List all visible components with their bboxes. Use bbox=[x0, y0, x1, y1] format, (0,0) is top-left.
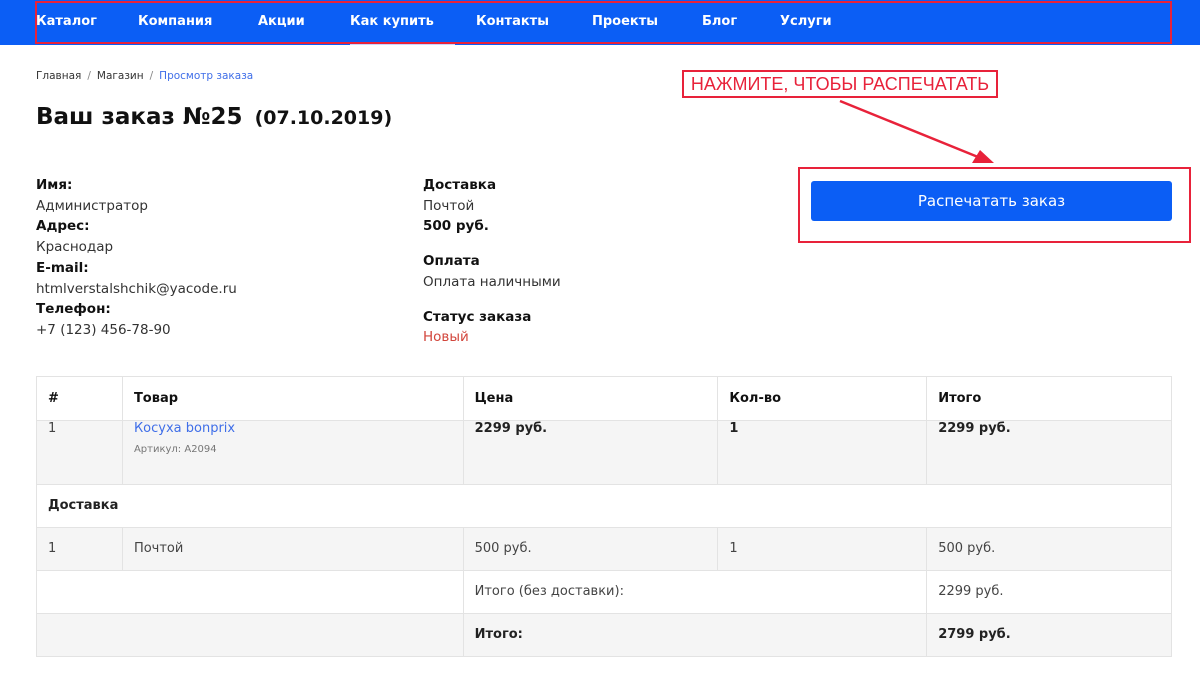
header-price: Цена bbox=[462, 376, 719, 421]
product-total: 2299 руб. bbox=[926, 420, 1172, 485]
top-navigation: Каталог Компания Акции Как купить Контак… bbox=[0, 0, 1200, 45]
breadcrumb-home[interactable]: Главная bbox=[36, 70, 81, 82]
breadcrumb-separator: / bbox=[149, 70, 154, 82]
name-label: Имя: bbox=[36, 177, 73, 193]
breadcrumb-current: Просмотр заказа bbox=[159, 70, 254, 82]
product-quantity: 1 bbox=[717, 420, 928, 485]
delivery-price-cell: 500 руб. bbox=[462, 527, 719, 571]
delivery-section-title: Доставка bbox=[36, 484, 1172, 528]
delivery-price: 500 руб. bbox=[423, 218, 489, 235]
product-cell: Косуха bonprix Артикул: A2094 bbox=[121, 420, 464, 485]
total-empty bbox=[36, 613, 464, 657]
customer-info: Имя: Администратор Адрес: Краснодар E-ma… bbox=[36, 175, 237, 341]
delivery-label: Доставка bbox=[423, 177, 497, 193]
subtotal-row: Итого (без доставки): 2299 руб. bbox=[36, 570, 1172, 614]
header-number: # bbox=[36, 376, 123, 421]
total-value: 2799 руб. bbox=[926, 613, 1172, 657]
header-product: Товар bbox=[121, 376, 464, 421]
payment-label: Оплата bbox=[423, 253, 480, 270]
order-table: # Товар Цена Кол-во Итого 1 Косуха bonpr… bbox=[36, 376, 1172, 657]
page-title: Ваш заказ №25 (07.10.2019) bbox=[36, 104, 392, 130]
email-label: E-mail: bbox=[36, 259, 89, 276]
nav-highlight-outline bbox=[35, 1, 1172, 44]
delivery-section-row: Доставка bbox=[36, 484, 1172, 528]
name-value: Администратор bbox=[36, 197, 148, 214]
phone-label: Телефон: bbox=[36, 301, 111, 318]
product-number: 1 bbox=[36, 420, 123, 485]
breadcrumb-shop[interactable]: Магазин bbox=[97, 70, 144, 82]
print-order-button[interactable]: Распечатать заказ bbox=[811, 181, 1172, 221]
breadcrumb: Главная / Магазин / Просмотр заказа bbox=[36, 70, 253, 82]
address-label: Адрес: bbox=[36, 218, 90, 235]
subtotal-value: 2299 руб. bbox=[926, 570, 1172, 614]
table-header-row: # Товар Цена Кол-во Итого bbox=[36, 376, 1172, 421]
product-price: 2299 руб. bbox=[462, 420, 719, 485]
subtotal-empty bbox=[36, 570, 464, 614]
order-title: Ваш заказ №25 bbox=[36, 104, 243, 130]
annotation-label: НАЖМИТЕ, ЧТОБЫ РАСПЕЧАТАТЬ bbox=[682, 70, 998, 98]
product-sku: Артикул: A2094 bbox=[133, 444, 217, 455]
grand-total-row: Итого: 2799 руб. bbox=[36, 613, 1172, 657]
status-badge: Новый bbox=[423, 329, 469, 346]
subtotal-label: Итого (без доставки): bbox=[462, 570, 928, 614]
delivery-total: 500 руб. bbox=[926, 527, 1172, 571]
delivery-method: Почтой bbox=[423, 197, 475, 214]
address-value: Краснодар bbox=[36, 239, 114, 256]
header-total: Итого bbox=[926, 376, 1172, 421]
delivery-number: 1 bbox=[36, 527, 123, 571]
delivery-name: Почтой bbox=[121, 527, 464, 571]
order-info: Доставка Почтой 500 руб. Оплата Оплата н… bbox=[423, 175, 561, 348]
header-quantity: Кол-во bbox=[717, 376, 928, 421]
table-row: 1 Косуха bonprix Артикул: A2094 2299 руб… bbox=[36, 420, 1172, 485]
total-label: Итого: bbox=[462, 613, 928, 657]
email-value: htmlverstalshchik@yacode.ru bbox=[36, 280, 237, 297]
order-date: (07.10.2019) bbox=[254, 107, 393, 129]
phone-value: +7 (123) 456-78-90 bbox=[36, 321, 171, 338]
product-link[interactable]: Косуха bonprix bbox=[134, 421, 452, 436]
payment-method: Оплата наличными bbox=[423, 273, 561, 290]
table-row: 1 Почтой 500 руб. 1 500 руб. bbox=[36, 527, 1172, 571]
breadcrumb-separator: / bbox=[87, 70, 91, 82]
status-label: Статус заказа bbox=[423, 308, 532, 325]
delivery-quantity: 1 bbox=[717, 527, 928, 571]
